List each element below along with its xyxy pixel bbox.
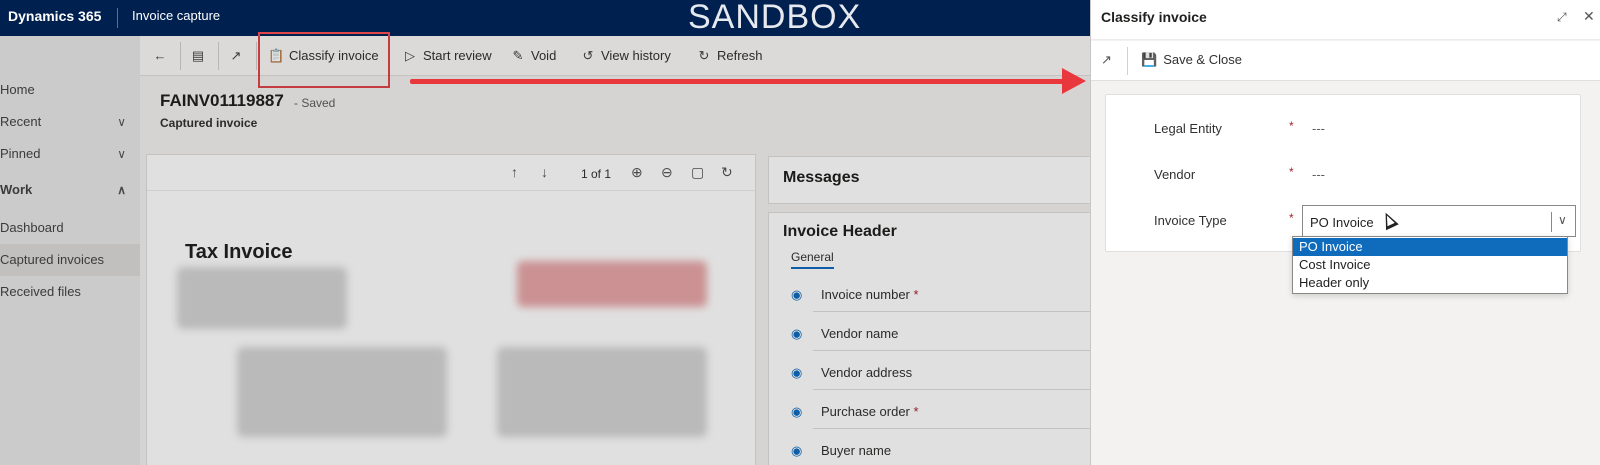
required-indicator: * [1289, 165, 1294, 179]
save-close-button[interactable]: 💾 Save & Close [1141, 52, 1242, 68]
invoice-type-dropdown: PO Invoice Cost Invoice Header only [1292, 236, 1568, 294]
required-indicator: * [1289, 211, 1294, 225]
brand-separator [117, 8, 118, 28]
dialog-command-bar: ↗ 💾 Save & Close [1091, 41, 1600, 81]
vendor-field[interactable]: --- [1312, 167, 1325, 182]
option-header-only[interactable]: Header only [1293, 274, 1567, 292]
invoice-type-value: PO Invoice [1310, 215, 1374, 230]
divider [1127, 47, 1128, 75]
save-close-label: Save & Close [1163, 52, 1242, 67]
save-icon: 💾 [1141, 52, 1158, 67]
dialog-title: Classify invoice [1101, 9, 1207, 25]
modal-overlay [0, 36, 1090, 465]
required-indicator: * [1289, 119, 1294, 133]
app-name[interactable]: Invoice capture [132, 8, 220, 23]
classify-form: Legal Entity * --- Vendor * --- Invoice … [1105, 94, 1581, 252]
invoice-type-select[interactable]: PO Invoice ∨ [1302, 205, 1576, 237]
annotation-arrow-line [410, 79, 1072, 84]
popout-icon[interactable]: ↗ [1101, 52, 1112, 68]
expand-icon[interactable]: ⤢ [1557, 10, 1567, 25]
invoice-type-label: Invoice Type [1154, 213, 1227, 228]
legal-entity-field[interactable]: --- [1312, 121, 1325, 136]
environment-label: SANDBOX [688, 0, 862, 36]
option-po-invoice[interactable]: PO Invoice [1293, 238, 1567, 256]
close-icon[interactable]: ✕ [1583, 8, 1595, 25]
dialog-header: Classify invoice ⤢ ✕ [1091, 0, 1600, 40]
legal-entity-label: Legal Entity [1154, 121, 1222, 136]
classify-invoice-dialog: Classify invoice ⤢ ✕ ↗ 💾 Save & Close Leg… [1090, 0, 1600, 465]
annotation-arrow-head [1062, 68, 1086, 94]
option-cost-invoice[interactable]: Cost Invoice [1293, 256, 1567, 274]
vendor-label: Vendor [1154, 167, 1196, 182]
chevron-down-icon[interactable]: ∨ [1558, 213, 1567, 227]
select-divider [1551, 212, 1552, 232]
brand-name[interactable]: Dynamics 365 [8, 8, 101, 24]
